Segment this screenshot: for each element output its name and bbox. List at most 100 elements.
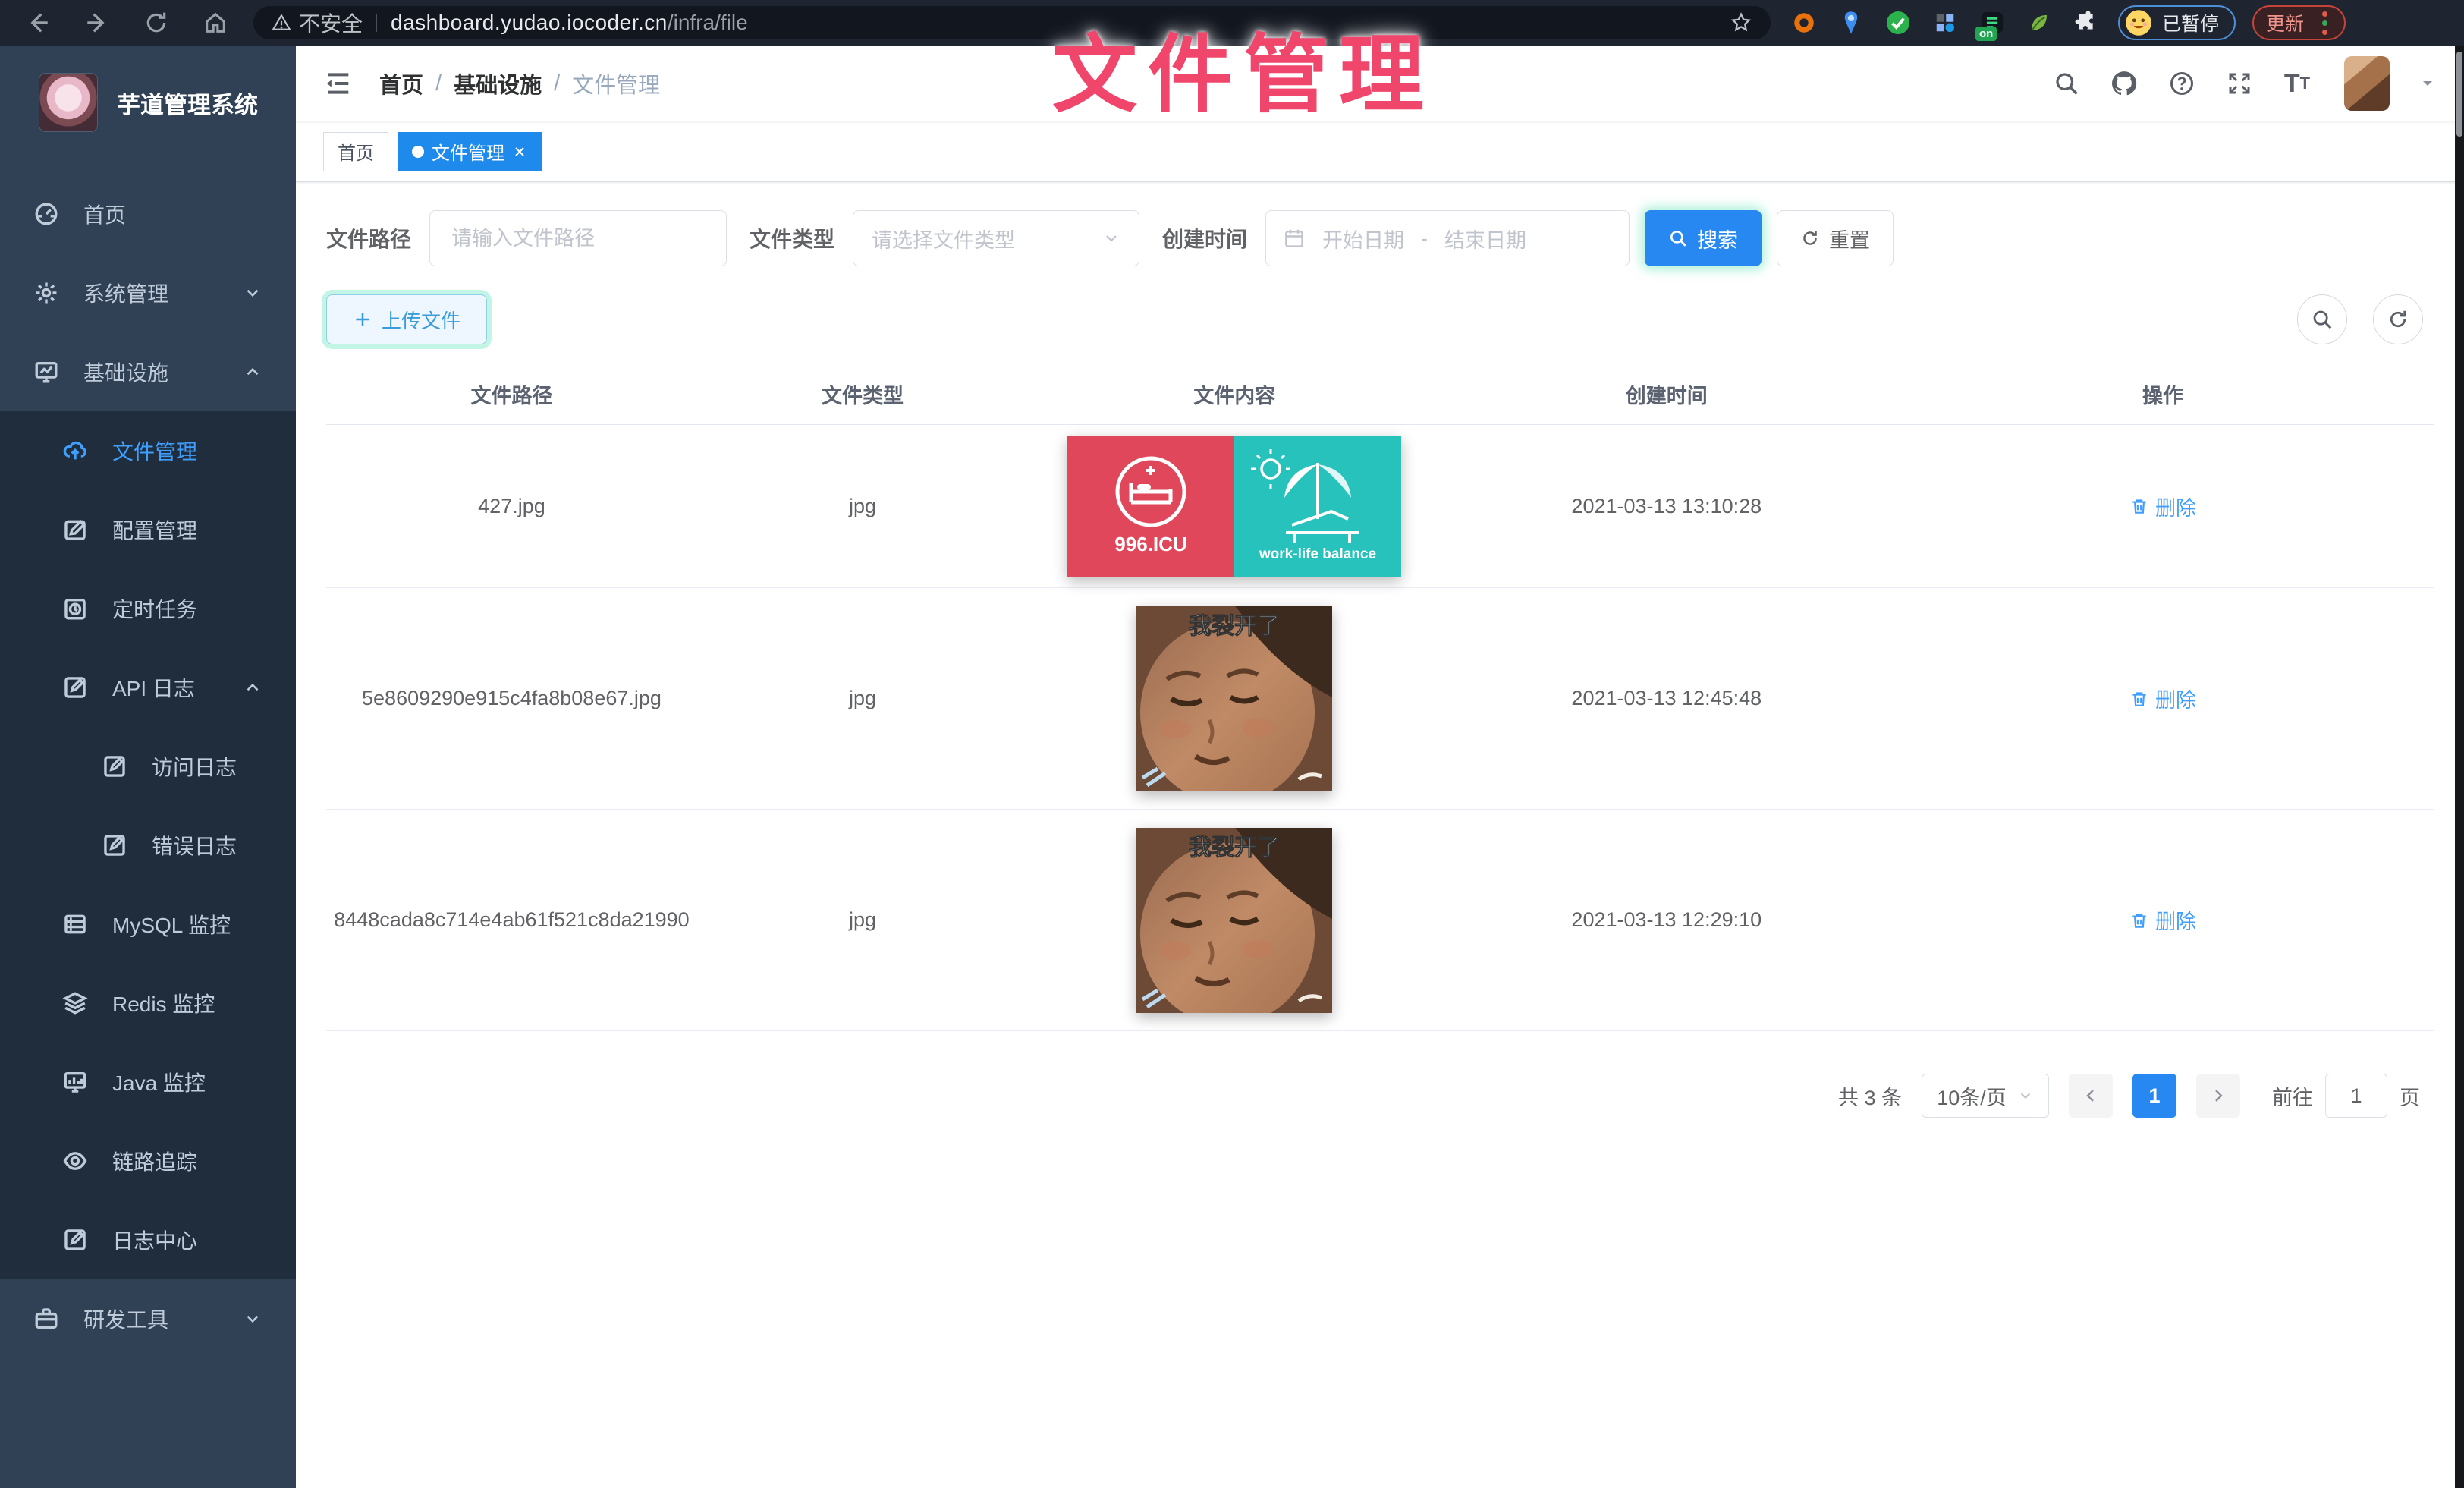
breadcrumb: 首页 / 基础设施 / 文件管理 [379,68,660,99]
database-icon [62,911,88,937]
created-time-cell: 2021-03-13 12:29:10 [1441,908,1892,932]
delete-link[interactable]: 删除 [2129,492,2196,521]
sidebar-item-scheduled-tasks[interactable]: 定时任务 [0,569,296,648]
delete-link[interactable]: 删除 [2129,684,2196,713]
created-time-cell: 2021-03-13 12:45:48 [1441,687,1892,710]
breadcrumb-infrastructure[interactable]: 基础设施 [454,68,542,99]
page-size-select[interactable]: 10条/页 [1922,1074,2049,1118]
font-size-icon[interactable]: TT [2282,68,2312,99]
table-header-row: 文件路径 文件类型 文件内容 创建时间 操作 [326,364,2434,425]
avatar-caret-icon[interactable] [2418,74,2437,93]
file-type-select[interactable]: 请选择文件类型 [853,210,1139,266]
app-logo[interactable]: 芋道管理系统 [0,46,296,159]
browser-forward-icon[interactable] [82,8,112,38]
java-monitor-icon [62,1069,88,1095]
breadcrumb-current: 文件管理 [572,68,660,99]
gear-icon [33,280,59,306]
sidebar-item-system-management[interactable]: 系统管理 [0,253,296,332]
sidebar-item-access-logs[interactable]: 访问日志 [0,727,296,806]
scrollbar-thumb[interactable] [2456,52,2462,137]
browser-menu-icon[interactable] [2318,11,2332,35]
file-preview-meme-image[interactable]: 我裂开了 [1136,606,1332,791]
log-center-icon [62,1227,88,1253]
extension-leaf-icon[interactable] [2026,9,2053,36]
sidebar-item-mysql-monitor[interactable]: MySQL 监控 [0,885,296,964]
browser-update-button[interactable]: 更新 [2252,5,2346,40]
date-range-picker[interactable]: 开始日期 - 结束日期 [1265,210,1630,266]
sidebar-item-error-logs[interactable]: 错误日志 [0,806,296,885]
chevron-down-icon [2017,1087,2034,1104]
sidebar-item-dev-tools[interactable]: 研发工具 [0,1279,296,1358]
delete-link[interactable]: 删除 [2129,905,2196,935]
security-label: 不安全 [299,8,363,38]
breadcrumb-home[interactable]: 首页 [379,68,423,99]
sidebar-item-infrastructure[interactable]: 基础设施 [0,332,296,411]
page-number-button[interactable]: 1 [2132,1074,2176,1118]
file-path-cell: 427.jpg [326,495,697,518]
extension-switch-icon[interactable]: on [1978,9,2006,36]
profile-paused-button[interactable]: 已暂停 [2118,5,2236,40]
file-type-cell: jpg [697,908,1028,932]
hamburger-icon[interactable] [323,68,354,99]
plus-icon [353,310,372,329]
infrastructure-submenu: 文件管理 配置管理 定时任务 API 日志 访问日志 错误日志 [0,411,296,1279]
prev-page-button[interactable] [2069,1074,2113,1118]
chevron-up-icon [243,678,262,697]
extension-blue-pin-icon[interactable] [1837,9,1865,36]
address-bar[interactable]: 不安全 dashboard.yudao.iocoder.cn/infra/fil… [253,6,1771,39]
sidebar-item-api-logs[interactable]: API 日志 [0,648,296,727]
edit-icon [62,517,88,543]
window-scrollbar[interactable] [2455,46,2464,1488]
sidebar-item-config-management[interactable]: 配置管理 [0,490,296,569]
sidebar-item-java-monitor[interactable]: Java 监控 [0,1043,296,1122]
search-button[interactable]: 搜索 [1645,210,1762,266]
close-icon[interactable] [512,144,527,159]
sidebar-item-link-tracing[interactable]: 链路追踪 [0,1122,296,1200]
show-search-toggle-button[interactable] [2297,294,2347,344]
next-page-button[interactable] [2196,1074,2240,1118]
security-warning-icon[interactable]: 不安全 [272,8,363,38]
browser-chrome: 不安全 dashboard.yudao.iocoder.cn/infra/fil… [0,0,2464,46]
goto-page-input[interactable] [2325,1074,2387,1118]
github-icon[interactable] [2109,68,2139,99]
sidebar: 芋道管理系统 首页 系统管理 基础设施 文件管理 配置管理 [0,46,296,1488]
extension-orange-icon[interactable] [1790,9,1818,36]
sidebar-item-log-center[interactable]: 日志中心 [0,1200,296,1279]
end-date-placeholder: 结束日期 [1444,224,1526,253]
extension-green-check-icon[interactable] [1884,9,1912,36]
toolbox-icon [33,1306,59,1332]
browser-reload-icon[interactable] [141,8,171,38]
file-table: 文件路径 文件类型 文件内容 创建时间 操作 427.jpg jpg [326,364,2434,1031]
tag-home[interactable]: 首页 [323,132,388,171]
fullscreen-icon[interactable] [2224,68,2255,99]
file-preview-996icu-image[interactable]: 996.ICU work-life balance [1067,436,1401,577]
sidebar-item-redis-monitor[interactable]: Redis 监控 [0,964,296,1043]
help-icon[interactable] [2167,68,2197,99]
filter-form: 文件路径 文件类型 请选择文件类型 创建时间 开始日期 - 结束日期 搜索 重置 [326,209,2434,267]
create-time-label: 创建时间 [1162,223,1247,253]
file-preview-meme-image[interactable]: 我裂开了 [1136,828,1332,1013]
browser-back-icon[interactable] [23,8,53,38]
file-path-label: 文件路径 [326,223,411,253]
tags-view-bar: 首页 文件管理 [296,121,2464,182]
tag-file-management[interactable]: 文件管理 [398,132,542,171]
upload-file-button[interactable]: 上传文件 [326,294,487,344]
header-search-icon[interactable] [2051,68,2082,99]
sidebar-item-file-management[interactable]: 文件管理 [0,411,296,490]
reset-button[interactable]: 重置 [1777,210,1894,266]
bookmark-star-icon[interactable] [1730,11,1752,34]
refresh-table-button[interactable] [2373,294,2423,344]
goto-label: 前往 [2272,1081,2313,1111]
app-title: 芋道管理系统 [117,86,258,120]
extension-grid-icon[interactable] [1931,9,1959,36]
extensions-puzzle-icon[interactable] [2073,9,2100,36]
file-path-input[interactable] [429,210,727,266]
url-host: dashboard.yudao.iocoder.cn [391,11,668,35]
file-type-cell: jpg [697,495,1028,518]
navbar: 首页 / 基础设施 / 文件管理 TT [296,46,2464,121]
svg-text:我裂开了: 我裂开了 [1189,614,1280,639]
browser-home-icon[interactable] [200,8,231,38]
sidebar-item-home[interactable]: 首页 [0,175,296,253]
user-avatar[interactable] [2344,56,2390,111]
eye-icon [62,1148,88,1174]
